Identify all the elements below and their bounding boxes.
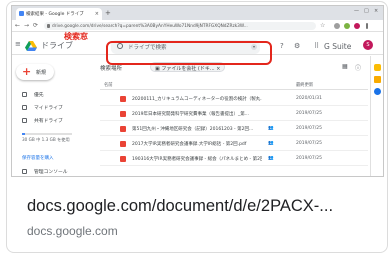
tab-close-icon[interactable]: ×: [95, 11, 99, 17]
storage-bar: [22, 133, 72, 135]
new-button-label: 新規: [36, 70, 47, 76]
file-list-area: 検索場所 ▣ ファイルを会社 (ドキ... × ▦ ⓘ 名前 最終更新 2020…: [96, 56, 368, 176]
table-row[interactable]: 20200111_カリキュラムコーディネーターの役割の検討（製丸... 2020/…: [100, 92, 368, 106]
pdf-icon: [120, 111, 126, 117]
priority-icon: [22, 92, 27, 97]
plus-icon: +: [22, 65, 32, 78]
file-name: 20200111_カリキュラムコーディネーターの役割の検討（製丸...: [132, 97, 262, 102]
pdf-icon: [120, 141, 126, 147]
gsuite-label: G Suite: [324, 42, 352, 51]
profile-icon[interactable]: [354, 23, 360, 29]
maximize-icon[interactable]: □: [364, 8, 369, 14]
link-title[interactable]: docs.google.com/document/d/e/2PACX-...: [27, 197, 333, 216]
sidebar-item-label: マイドライブ: [34, 106, 63, 111]
column-name-label[interactable]: 名前: [104, 82, 113, 88]
new-button[interactable]: + 新規: [16, 64, 54, 80]
shared-icon: 👥: [268, 126, 274, 131]
url-text: drive.google.com/drive/search?q=parent%3…: [52, 24, 248, 29]
extension-icon[interactable]: [344, 23, 350, 29]
link-preview-card[interactable]: 検索結果 - Google ドライブ × + — □ × ← → ⟳ drive…: [6, 1, 388, 253]
sidebar-item-shared-drives[interactable]: 共有ドライブ: [22, 117, 63, 124]
admin-console-icon: [22, 169, 27, 174]
sidebar-item-label: 優先: [34, 93, 44, 98]
bookmark-star-icon[interactable]: ☆: [320, 22, 325, 29]
back-icon[interactable]: ←: [15, 22, 20, 29]
sidebar: + 新規 優先 マイドライブ 共有ドライブ 30 GB 中 1.3 GB を使用…: [12, 56, 92, 176]
file-name: 2019年日本研究開発科学研究費事業（報告書提出）_第...: [132, 112, 249, 117]
modified-date: 2019/07/25: [296, 156, 322, 161]
calendar-icon[interactable]: [374, 64, 381, 71]
file-name: 190316大学IR実務者研究会議事録 - 総会（パネルまとめ - 第2回...: [132, 157, 262, 162]
table-row[interactable]: 190316大学IR実務者研究会議事録 - 総会（パネルまとめ - 第2回...…: [100, 152, 368, 166]
sidebar-item-label: 共有ドライブ: [34, 119, 63, 124]
lock-icon: [47, 24, 50, 28]
extension-icon[interactable]: [334, 23, 340, 29]
table-row[interactable]: 第51回九州・沖縄地区研究会（記録）20161203 - 第2回... 👥 2019…: [100, 122, 368, 136]
pdf-icon: [120, 126, 126, 132]
file-name: 2017大学IR実務者研究会議事録.大学IR総括 - 第2回.pdf: [132, 142, 247, 147]
breadcrumb: 検索場所: [100, 66, 123, 72]
storage-text: 30 GB 中 1.3 GB を使用: [22, 137, 70, 142]
help-icon[interactable]: ?: [280, 42, 284, 50]
column-header: 名前 最終更新: [100, 80, 368, 90]
pdf-icon: [120, 156, 126, 162]
info-icon[interactable]: ⓘ: [355, 63, 361, 72]
reload-icon[interactable]: ⟳: [33, 22, 38, 29]
drive-logo-icon: [25, 41, 37, 51]
column-date-label[interactable]: 最終更新: [296, 82, 313, 88]
forward-icon[interactable]: →: [24, 22, 29, 29]
table-row[interactable]: 2019年日本研究開発科学研究費事業（報告書提出）_第... 2019/07/25: [100, 107, 368, 121]
modified-date: 2019/07/25: [296, 141, 322, 146]
browser-tab[interactable]: 検索結果 - Google ドライブ ×: [16, 8, 102, 20]
pdf-icon: [120, 96, 126, 102]
file-name: 第51回九州・沖縄地区研究会（記録）20161203 - 第2回...: [132, 127, 254, 132]
screenshot-thumbnail: 検索結果 - Google ドライブ × + — □ × ← → ⟳ drive…: [11, 5, 384, 177]
keep-icon[interactable]: [374, 76, 381, 83]
modified-date: 2019/07/25: [296, 126, 322, 131]
link-domain: docs.google.com: [27, 224, 118, 238]
main-menu-icon[interactable]: ≡: [15, 40, 21, 48]
table-row[interactable]: 2017大学IR実務者研究会議事録.大学IR総括 - 第2回.pdf 👥 2019/…: [100, 137, 368, 151]
grid-view-icon[interactable]: ▦: [342, 63, 348, 70]
buy-storage-link[interactable]: 保存容量を購入: [22, 155, 54, 161]
sidebar-item-admin-console[interactable]: 管理コンソール: [22, 168, 68, 175]
avatar[interactable]: S: [363, 40, 373, 50]
storage-bar-fill: [22, 133, 25, 135]
search-box-callout-label: 検索窓: [64, 32, 88, 41]
sidebar-item-my-drive[interactable]: マイドライブ: [22, 104, 63, 111]
side-panel: [370, 56, 383, 176]
sidebar-item-label: 管理コンソール: [34, 170, 68, 175]
drive-favicon-icon: [19, 11, 24, 16]
tasks-icon[interactable]: [374, 88, 381, 95]
browser-tab-bar: 検索結果 - Google ドライブ × + — □ ×: [12, 6, 383, 20]
search-highlight-box: [106, 41, 272, 65]
apps-icon[interactable]: ⠿: [314, 42, 319, 50]
browser-menu-icon[interactable]: [366, 23, 368, 29]
minimize-icon[interactable]: —: [354, 8, 359, 14]
modified-date: 2019/07/25: [296, 111, 322, 116]
sidebar-item-priority[interactable]: 優先: [22, 91, 44, 98]
shared-icon: 👥: [268, 141, 274, 146]
tab-title: 検索結果 - Google ドライブ: [26, 12, 84, 17]
shared-drives-icon: [22, 118, 27, 123]
url-field[interactable]: drive.google.com/drive/search?q=parent%3…: [44, 22, 316, 30]
close-window-icon[interactable]: ×: [374, 8, 378, 14]
my-drive-icon: [22, 105, 27, 110]
modified-date: 2020/01/31: [296, 96, 322, 101]
new-tab-icon[interactable]: +: [105, 9, 111, 17]
shared-icon: 👥: [268, 156, 274, 161]
settings-icon[interactable]: ⚙: [294, 42, 300, 50]
